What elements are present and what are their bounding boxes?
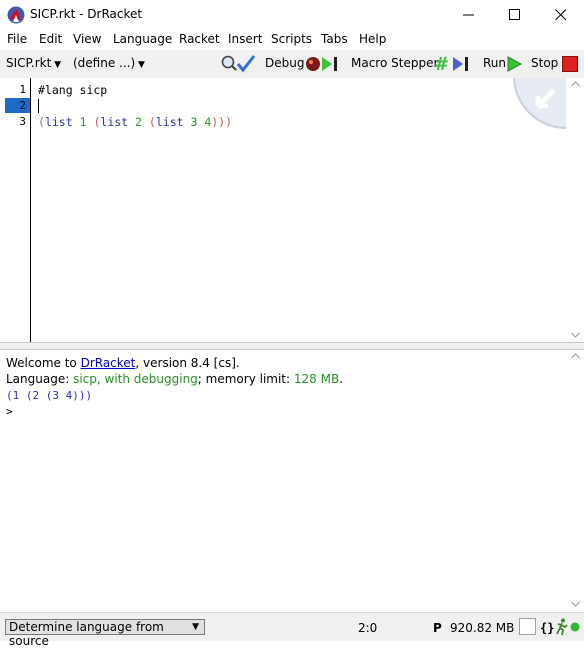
language-name: sicp, with debugging xyxy=(73,372,198,386)
corner-arrow-decoration xyxy=(512,78,568,130)
racket-logo-icon xyxy=(7,6,25,24)
welcome-prefix: Welcome to xyxy=(6,356,81,370)
macro-stepper-button[interactable]: Macro Stepper xyxy=(351,56,438,70)
run-button[interactable]: Run xyxy=(483,56,506,70)
define-menu-label: (define ...) xyxy=(73,56,136,70)
p-label: P xyxy=(433,621,442,635)
repl-welcome-line: Welcome to DrRacket, version 8.4 [cs]. xyxy=(6,356,240,370)
file-menu-button[interactable]: SICP.rkt ▼ xyxy=(6,56,61,70)
text-caret xyxy=(38,99,39,113)
minimize-icon xyxy=(463,14,474,16)
memory-usage[interactable]: 920.82 MB xyxy=(450,621,514,635)
repl-language-line: Language: sicp, with debugging; memory l… xyxy=(6,372,343,386)
menu-view[interactable]: View xyxy=(73,32,101,46)
macro-stepper-label: Macro Stepper xyxy=(351,56,439,70)
cursor-position: 2:0 xyxy=(358,621,378,635)
code-token: #lang sicp xyxy=(38,83,108,97)
run-arrow-icon xyxy=(507,56,522,72)
scroll-up-icon[interactable] xyxy=(571,81,580,87)
close-button[interactable] xyxy=(538,0,584,30)
code-line-1: #lang sicp xyxy=(38,83,107,97)
welcome-suffix: , version 8.4 [cs]. xyxy=(135,356,240,370)
interactions-pane[interactable]: Welcome to DrRacket, version 8.4 [cs]. L… xyxy=(0,350,584,612)
close-icon xyxy=(555,9,567,21)
file-menu-label: SICP.rkt xyxy=(6,56,52,70)
menu-scripts[interactable]: Scripts xyxy=(271,32,312,46)
gutter-separator xyxy=(30,78,31,342)
debug-button[interactable]: Debug xyxy=(265,56,304,70)
stop-square-icon xyxy=(562,56,578,72)
code-token: 1 xyxy=(79,115,87,129)
line-number: 3 xyxy=(19,115,26,128)
code-token: ( xyxy=(148,115,156,129)
menu-insert[interactable]: Insert xyxy=(228,32,262,46)
code-token: list xyxy=(44,115,73,129)
status-green-dot-icon xyxy=(570,622,580,632)
toolbar: SICP.rkt ▼ (define ...) ▼ Debug Macro St… xyxy=(0,50,584,78)
menu-racket[interactable]: Racket xyxy=(179,32,220,46)
window-title: SICP.rkt - DrRacket xyxy=(30,7,143,21)
menu-bar: File Edit View Language Racket Insert Sc… xyxy=(0,30,584,50)
debug-bug-icon xyxy=(306,57,337,71)
memory-prefix: ; memory limit: xyxy=(197,372,294,386)
status-bar: Determine language from source ▼ 2:0 P 9… xyxy=(0,612,584,648)
drracket-link[interactable]: DrRacket xyxy=(81,356,136,370)
macro-stepper-icon: # ' xyxy=(434,54,468,74)
title-bar: SICP.rkt - DrRacket xyxy=(0,0,584,30)
stop-label: Stop xyxy=(531,56,559,70)
repl-scrollbar[interactable] xyxy=(566,350,584,612)
menu-tabs[interactable]: Tabs xyxy=(321,32,348,46)
language-prefix: Language: xyxy=(6,372,74,386)
language-select-label: Determine language from source xyxy=(9,620,164,648)
define-menu-button[interactable]: (define ...) ▼ xyxy=(73,56,145,70)
gc-indicator-box xyxy=(519,618,536,635)
scroll-down-icon[interactable] xyxy=(571,332,580,338)
braces-indicator: {} xyxy=(540,621,555,635)
menu-help[interactable]: Help xyxy=(359,32,386,46)
maximize-icon xyxy=(509,9,520,20)
check-syntax-icon[interactable] xyxy=(220,54,256,74)
chevron-down-icon: ▼ xyxy=(192,622,199,632)
menu-file[interactable]: File xyxy=(7,32,27,46)
chevron-down-icon: ▼ xyxy=(135,60,145,70)
code-token: list xyxy=(155,115,184,129)
memory-limit-value: 128 MB xyxy=(293,372,340,386)
line-number: 1 xyxy=(19,83,26,96)
scroll-down-icon[interactable] xyxy=(571,601,580,607)
code-token: 2 xyxy=(135,115,142,129)
definitions-editor[interactable]: 1 2 3 #lang sicp (list 1 (list 2 (list 3… xyxy=(0,78,584,342)
maximize-button[interactable] xyxy=(492,0,538,30)
memory-suffix: . xyxy=(339,372,344,386)
svg-text:': ' xyxy=(445,55,447,64)
repl-prompt: > xyxy=(6,405,13,418)
running-man-icon xyxy=(556,618,568,636)
menu-language[interactable]: Language xyxy=(113,32,172,46)
code-token: ))) xyxy=(211,115,233,129)
chevron-down-icon: ▼ xyxy=(51,60,62,70)
language-select[interactable]: Determine language from source ▼ xyxy=(5,619,205,648)
run-label: Run xyxy=(483,56,507,70)
stop-button[interactable]: Stop xyxy=(531,56,558,70)
code-token: ( xyxy=(38,115,45,129)
debug-label: Debug xyxy=(265,56,305,70)
code-line-3: (list 1 (list 2 (list 3 4))) xyxy=(38,115,232,129)
repl-output: (1 (2 (3 4))) xyxy=(6,389,93,402)
editor-scrollbar[interactable] xyxy=(566,78,584,342)
minimize-button[interactable] xyxy=(446,0,492,30)
code-token: list xyxy=(100,115,129,129)
line-number: 2 xyxy=(19,99,26,112)
scroll-up-icon[interactable] xyxy=(571,353,580,359)
pane-divider[interactable] xyxy=(0,342,584,350)
menu-edit[interactable]: Edit xyxy=(39,32,62,46)
